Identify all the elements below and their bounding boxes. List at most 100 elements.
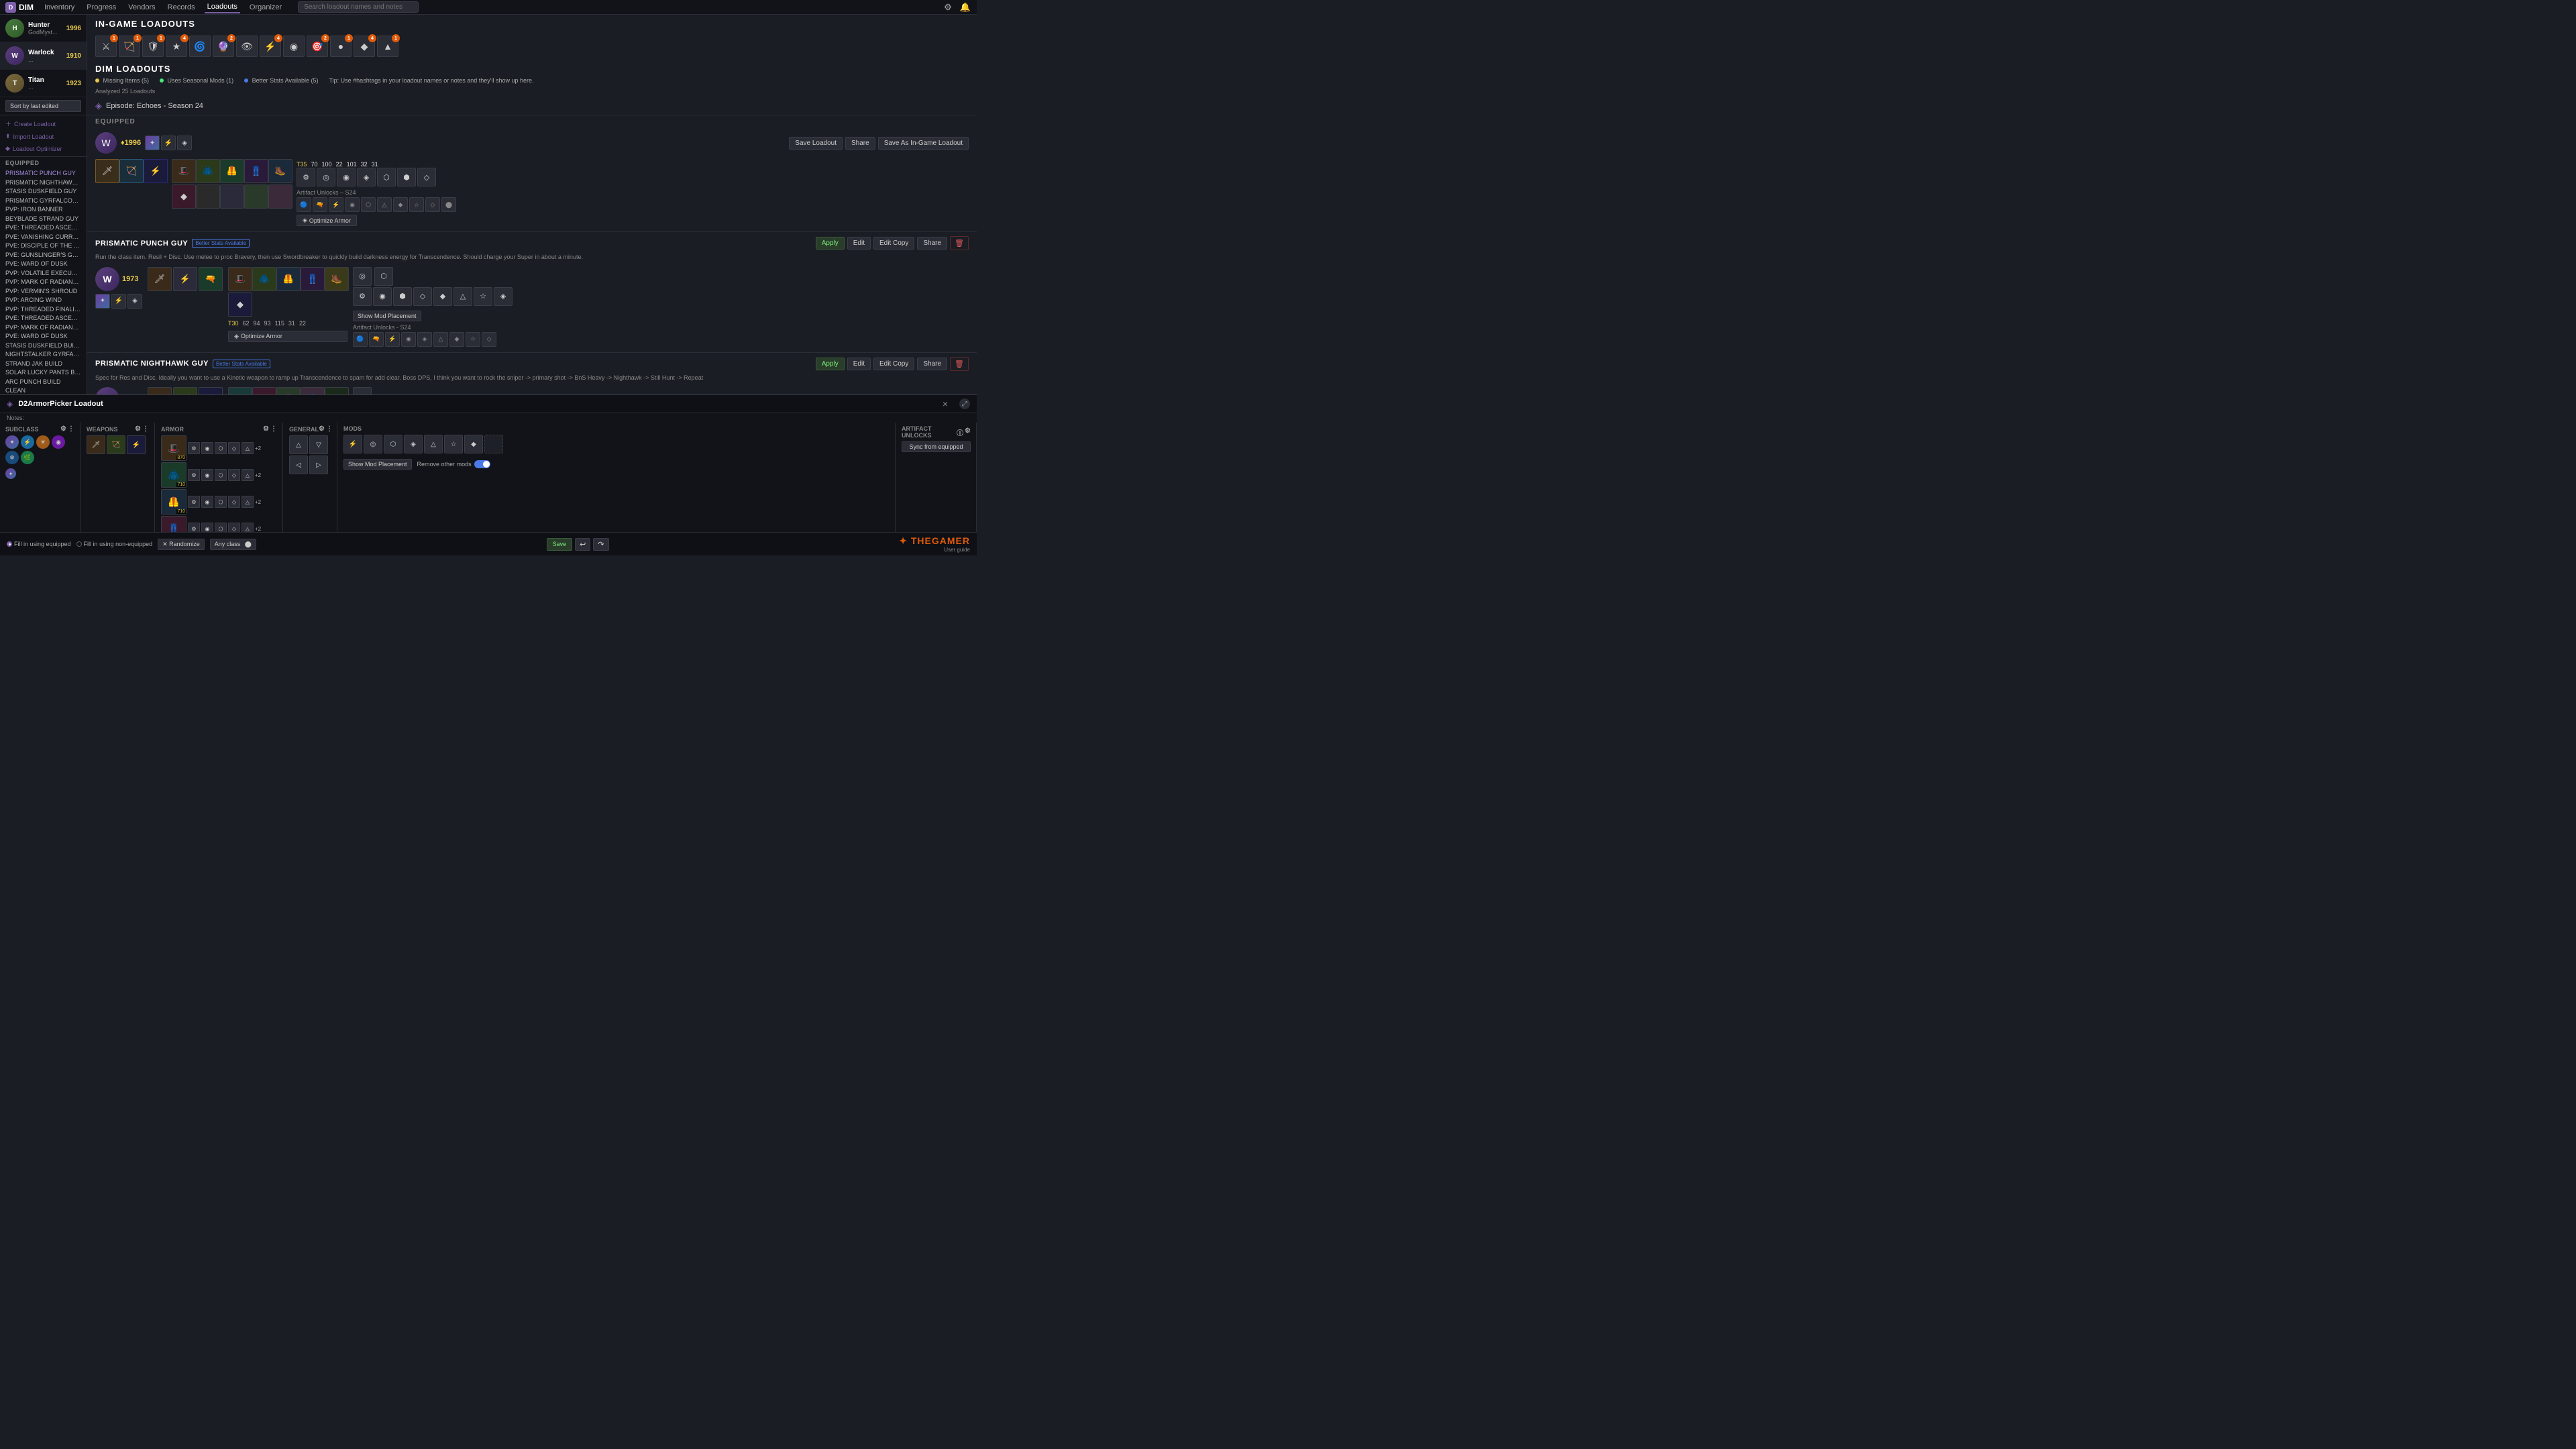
punch-a5[interactable]: ◆: [228, 292, 252, 317]
punch-optimize-btn[interactable]: ◈ Optimize Armor: [228, 331, 347, 342]
sidebar-loadout-4[interactable]: PVP: IRON BANNER: [0, 204, 87, 213]
equipped-armor-6[interactable]: [196, 184, 220, 209]
equipped-weapon-1[interactable]: 🏹: [119, 159, 144, 183]
nighthawk-w2[interactable]: ⚡: [199, 387, 223, 394]
arm-mod-3-0[interactable]: ⚙: [188, 523, 200, 532]
punch-apply-btn[interactable]: Apply: [816, 237, 845, 250]
char-titan[interactable]: T Titan ... 1923: [0, 70, 87, 97]
artifact-icon-7[interactable]: ☆: [409, 197, 424, 212]
search-input[interactable]: [298, 1, 419, 13]
punch-mod-2[interactable]: ⬢: [393, 287, 412, 306]
mods-ed-6[interactable]: ◆: [464, 435, 483, 453]
nav-progress[interactable]: Progress: [84, 2, 119, 13]
armor-thumb-2[interactable]: 🦺710: [161, 489, 186, 515]
optimizer-button[interactable]: ◆ Loadout Optimizer: [5, 144, 81, 154]
sub-arc-icon[interactable]: ⚡: [21, 435, 34, 449]
sub-solar-icon[interactable]: ☀: [36, 435, 50, 449]
equipped-armor-4[interactable]: 🥾: [268, 159, 292, 183]
equipped-armor-0[interactable]: 🎩: [172, 159, 196, 183]
punch-mod-0[interactable]: ⚙: [353, 287, 372, 306]
arm-mod-0-0[interactable]: ⚙: [188, 442, 200, 454]
nighthawk-edit-copy-btn[interactable]: Edit Copy: [873, 358, 914, 370]
sidebar-loadout-10[interactable]: PVE: WARD OF DUSK: [0, 258, 87, 268]
punch-edit-btn[interactable]: Edit: [847, 237, 871, 250]
nav-loadouts[interactable]: Loadouts: [205, 1, 240, 13]
equipped-optimize-btn[interactable]: ◈ Optimize Armor: [297, 215, 357, 226]
punch-sub-1[interactable]: ⚡: [111, 294, 126, 309]
armor-settings-icon[interactable]: ⚙: [263, 425, 269, 433]
sidebar-loadout-12[interactable]: PVP: MARK OF RADIANCE: [0, 276, 87, 286]
punch-a2[interactable]: 🦺: [276, 267, 301, 291]
punch-w2[interactable]: 🔫: [199, 267, 223, 291]
arm-mod-0-1[interactable]: ◉: [201, 442, 213, 454]
artifact-sync-btn[interactable]: Sync from equipped: [902, 441, 971, 452]
arm-mod-2-2[interactable]: ⬡: [215, 496, 227, 508]
ingame-slot-11[interactable]: ◆4: [354, 36, 375, 57]
arm-mod-1-2[interactable]: ⬡: [215, 469, 227, 481]
sidebar-loadout-18[interactable]: PVE: WARD OF DUSK: [0, 331, 87, 340]
punch-sub-0[interactable]: ✦: [95, 294, 110, 309]
punch-art-4[interactable]: ◈: [417, 332, 432, 347]
artifact-icon-0[interactable]: 🔵: [297, 197, 311, 212]
mod-3[interactable]: ◈: [357, 168, 376, 186]
punch-w1[interactable]: ⚡: [173, 267, 197, 291]
nighthawk-delete-btn[interactable]: 🗑: [950, 357, 969, 371]
arm-mod-3-3[interactable]: ◇: [228, 523, 240, 532]
punch-mod-3[interactable]: ◇: [413, 287, 432, 306]
class-toggle[interactable]: ⬤: [245, 541, 252, 547]
char-hunter[interactable]: H Hunter GodMyst... 1996: [0, 15, 87, 42]
ingame-slot-9[interactable]: 🎯2: [307, 36, 328, 57]
sidebar-loadout-19[interactable]: STASIS DUSKFIELD BUILD: [0, 340, 87, 350]
editor-w1[interactable]: 🏹: [107, 435, 125, 454]
arm-mod-2-3[interactable]: ◇: [228, 496, 240, 508]
sidebar-loadout-3[interactable]: PRISMATIC GYRFALCON GUY: [0, 195, 87, 205]
punch-art-0[interactable]: 🔵: [353, 332, 368, 347]
punch-mod-7[interactable]: ◈: [494, 287, 513, 306]
nav-vendors[interactable]: Vendors: [125, 2, 158, 13]
ingame-slot-2[interactable]: 🛡1: [142, 36, 164, 57]
nav-organizer[interactable]: Organizer: [247, 2, 284, 13]
general-icon-3[interactable]: ▷: [309, 455, 328, 474]
nighthawk-apply-btn[interactable]: Apply: [816, 358, 845, 370]
fill-non-equipped-option[interactable]: Fill in using non-equipped: [76, 541, 153, 547]
mods-ed-7[interactable]: [484, 435, 503, 453]
equipped-armor-8[interactable]: [244, 184, 268, 209]
artifact-icon-5[interactable]: △: [377, 197, 392, 212]
nighthawk-a1[interactable]: 🧥: [252, 387, 276, 394]
arm-mod-3-1[interactable]: ◉: [201, 523, 213, 532]
import-loadout-button[interactable]: ⬆ Import Loadout: [5, 131, 81, 142]
artifact-icon-6[interactable]: ◆: [393, 197, 408, 212]
punch-art-1[interactable]: 🔫: [369, 332, 384, 347]
sidebar-loadout-20[interactable]: NIGHTSTALKER GYRFALCON BUILD: [0, 349, 87, 358]
equipped-armor-7[interactable]: [220, 184, 244, 209]
sidebar-loadout-23[interactable]: ARC PUNCH BUILD: [0, 376, 87, 386]
punch-show-mod-btn[interactable]: Show Mod Placement: [353, 311, 421, 321]
arm-mod-3-2[interactable]: ⬡: [215, 523, 227, 532]
equipped-armor-2[interactable]: 🦺: [220, 159, 244, 183]
equipped-weapon-2[interactable]: ⚡: [144, 159, 168, 183]
punch-share-btn[interactable]: Share: [917, 237, 947, 250]
show-mod-placement-btn[interactable]: Show Mod Placement: [343, 459, 412, 470]
equipped-armor-3[interactable]: 👖: [244, 159, 268, 183]
punch-mod-4[interactable]: ◆: [433, 287, 452, 306]
weapons-settings-icon[interactable]: ⚙: [135, 425, 141, 433]
nighthawk-w1[interactable]: 🏹: [173, 387, 197, 394]
punch-a4[interactable]: 🥾: [325, 267, 349, 291]
nighthawk-w0[interactable]: 🗡: [148, 387, 172, 394]
fill-equipped-option[interactable]: Fill in using equipped: [7, 541, 71, 547]
create-loadout-button[interactable]: ＋ Create Loadout: [5, 118, 81, 129]
mods-ed-4[interactable]: △: [424, 435, 443, 453]
mod-2[interactable]: ◉: [337, 168, 356, 186]
ingame-slot-1[interactable]: 🏹1: [119, 36, 140, 57]
nighthawk-edit-btn[interactable]: Edit: [847, 358, 871, 370]
undo-btn[interactable]: ↩: [575, 538, 590, 551]
mods-ed-5[interactable]: ☆: [444, 435, 463, 453]
arm-mod-1-3[interactable]: ◇: [228, 469, 240, 481]
sidebar-loadout-16[interactable]: PVE: THREADED ASCENSION: [0, 313, 87, 322]
sub-prismatic-icon[interactable]: ✦: [5, 435, 19, 449]
editor-expand-btn[interactable]: ⤢: [959, 398, 970, 409]
ingame-slot-4[interactable]: 🌀: [189, 36, 211, 57]
sidebar-loadout-6[interactable]: PVE: THREADED ASCENSION: [0, 222, 87, 231]
sidebar-loadout-14[interactable]: PVP: ARCING WIND: [0, 294, 87, 304]
artifact-icon-9[interactable]: ⬤: [441, 197, 456, 212]
